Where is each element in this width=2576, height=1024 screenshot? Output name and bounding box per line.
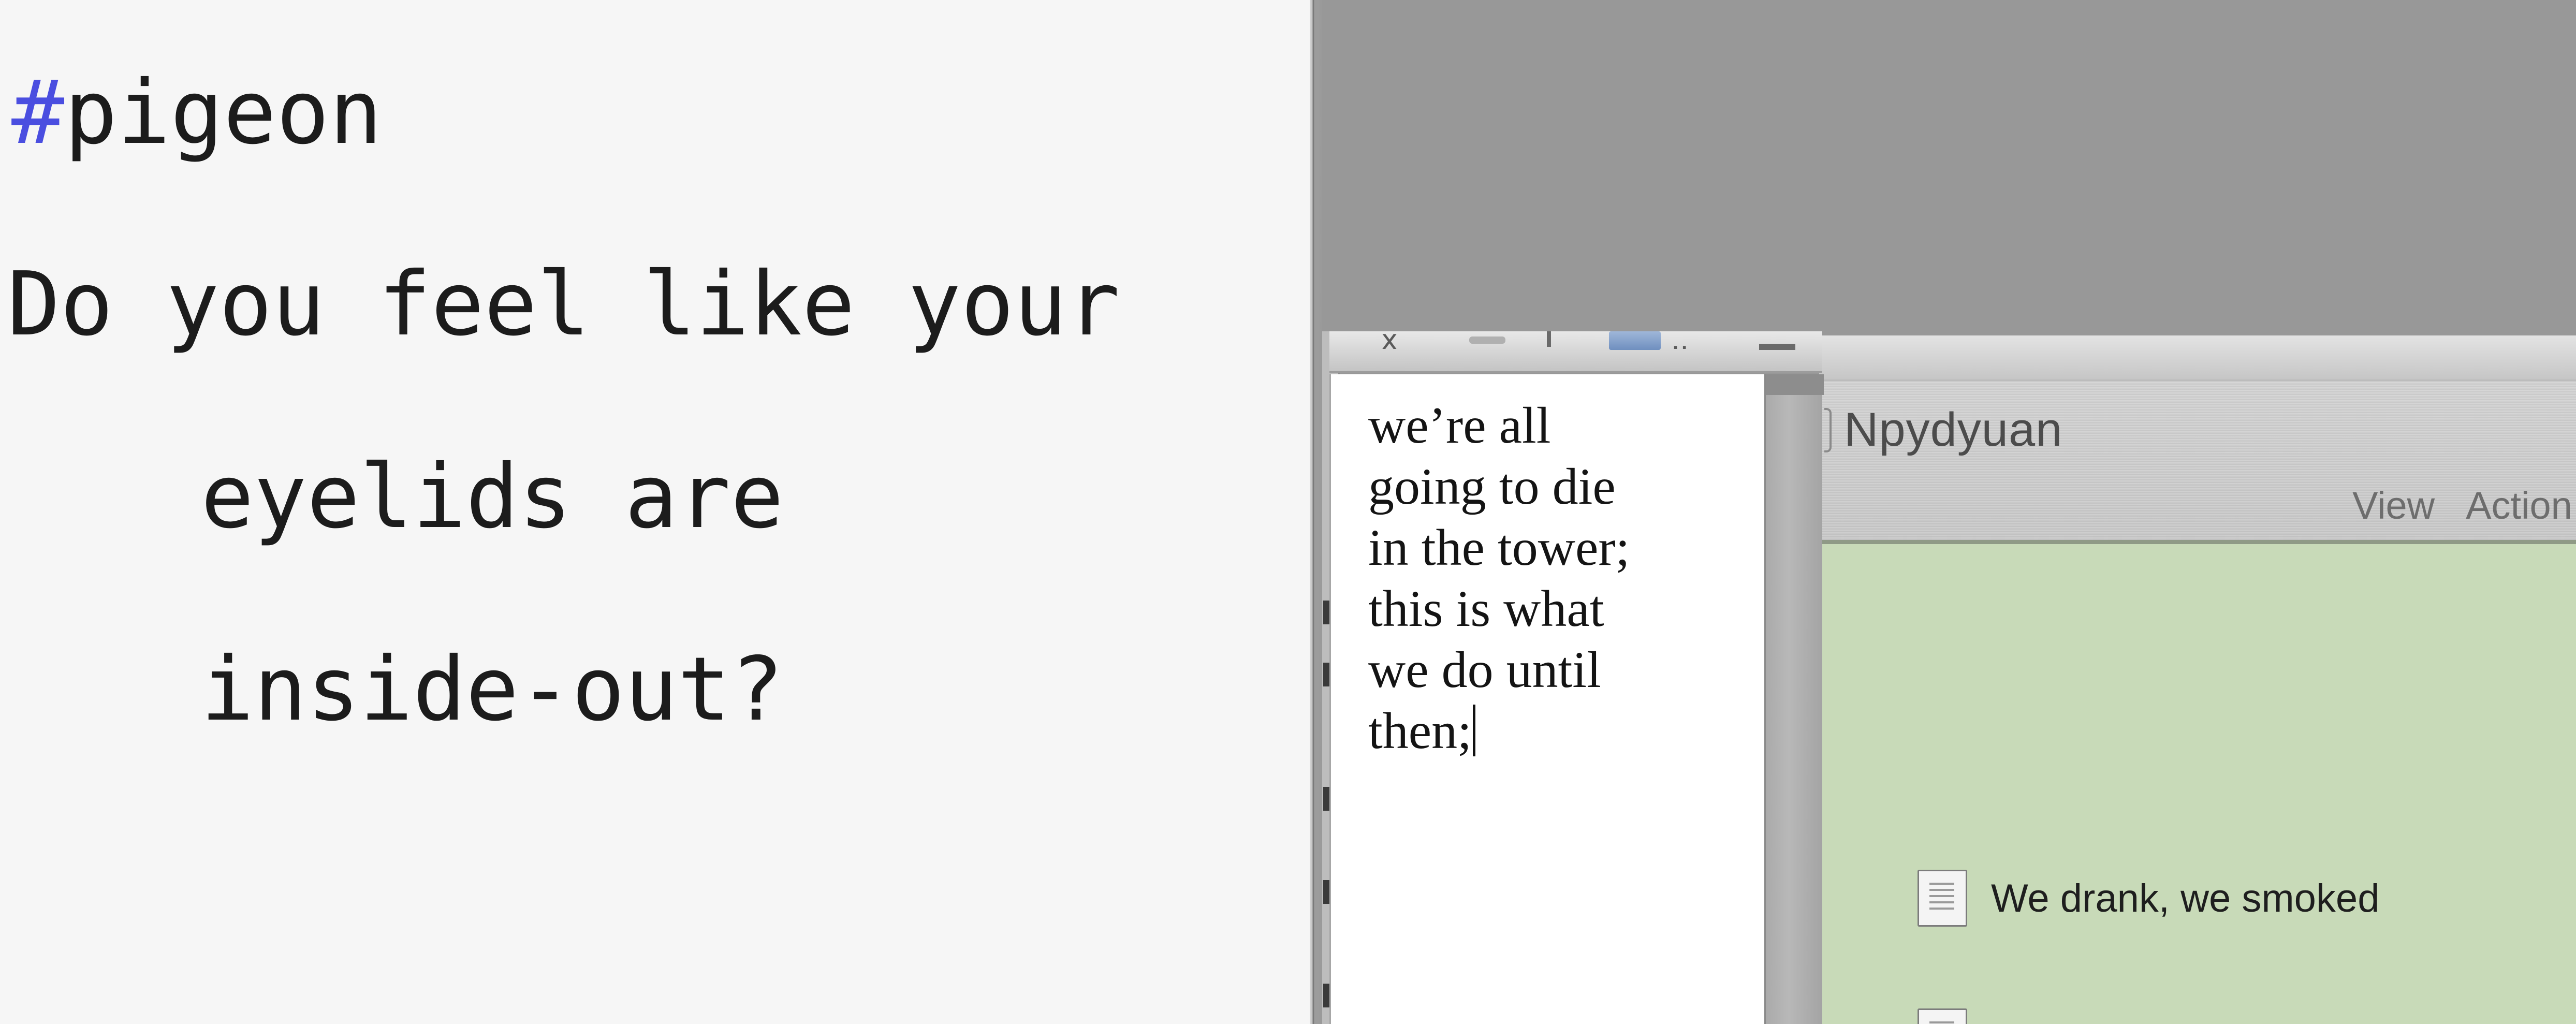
hash-symbol: # [11, 62, 65, 164]
menu-action[interactable]: Action [2466, 484, 2572, 528]
note-text: we’re all going to die in the tower; thi… [1368, 395, 1751, 762]
scrollbar[interactable] [1764, 374, 1824, 1024]
text-fragment [1323, 984, 1329, 1007]
post-pane: #pigeon Do you feel like your eyelids ar… [0, 0, 1310, 1024]
menu-view[interactable]: View [2352, 484, 2435, 528]
post-text-line-1: Do you feel like your [7, 253, 1120, 356]
title-ellipsis: .. [1671, 331, 1689, 349]
finder-window: Npydyuan View Action F We drank, we smok… [1819, 335, 2576, 1024]
document-icon [1918, 1008, 1967, 1024]
titlebar-separator [1819, 540, 2576, 544]
collapse-icon[interactable] [1759, 344, 1795, 350]
folder-icon[interactable] [1609, 331, 1661, 350]
file-list-area [1819, 544, 2576, 1024]
titlebar-rim [1819, 335, 2576, 381]
finder-titlebar[interactable]: Npydyuan View Action F [1819, 335, 2576, 543]
minimize-icon[interactable] [1469, 337, 1505, 344]
note-titlebar[interactable]: x .. [1329, 331, 1822, 373]
file-name: We drank, we smoked [1991, 876, 2380, 920]
document-icon [1918, 870, 1967, 927]
sticky-note-window: x .. we’re all going to die in the tower… [1329, 331, 1824, 1024]
embedded-screenshot: Npydyuan View Action F We drank, we smok… [1322, 0, 2576, 1024]
file-item[interactable] [1918, 1008, 1991, 1024]
divider-icon [1547, 331, 1551, 347]
note-text-area[interactable]: we’re all going to die in the tower; thi… [1329, 374, 1764, 1024]
hashtag-label: pigeon [64, 62, 383, 164]
note-body: we’re all going to die in the tower; thi… [1368, 397, 1630, 759]
pane-divider[interactable] [1310, 0, 1322, 1024]
text-fragment [1323, 880, 1329, 904]
text-fragment [1323, 663, 1329, 686]
scrollbar-cap [1766, 374, 1824, 395]
text-fragment [1323, 787, 1329, 811]
text-fragment [1323, 601, 1329, 624]
file-item[interactable]: We drank, we smoked [1918, 870, 2379, 927]
desktop-background [1322, 0, 2576, 331]
close-icon[interactable]: x [1381, 331, 1398, 349]
post-text-line-2: eyelids are [201, 446, 784, 548]
post-text-line-3: inside-out? [201, 638, 784, 741]
toolbar-menu: View Action F [2352, 484, 2576, 528]
text-caret [1472, 705, 1475, 756]
window-title: Npydyuan [1844, 403, 2063, 456]
hashtag[interactable]: #pigeon [11, 56, 382, 170]
title-edge-icon [1824, 408, 1832, 452]
